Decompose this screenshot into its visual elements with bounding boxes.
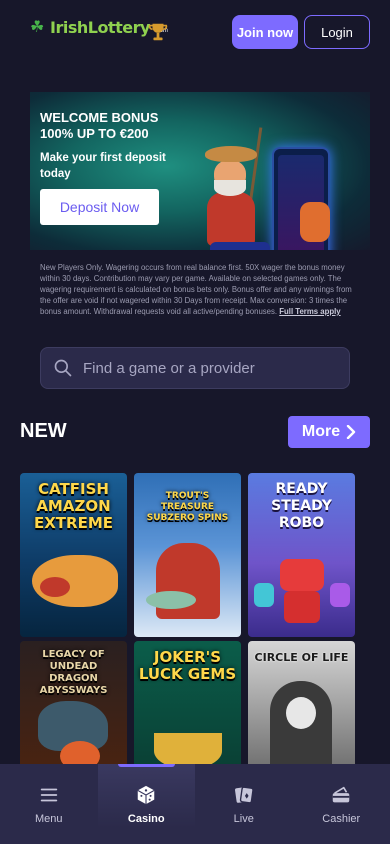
trophy-icon[interactable] [147,20,169,44]
game-tile[interactable]: LEGACY OF UNDEAD DRAGON ABYSSWAYS [20,641,127,771]
game-title: LEGACY OF UNDEAD DRAGON ABYSSWAYS [39,649,108,696]
nav-item-casino[interactable]: Casino [97,764,195,844]
game-title: JOKER'S LUCK GEMS [138,648,237,683]
nav-label: Menu [34,813,63,825]
top-bar: ☘ IrishLottery .com Join now Login [0,0,390,62]
bonus-terms: New Players Only. Wagering occurs from r… [40,263,352,316]
menu-icon [40,788,57,802]
slot-machine-art [210,242,270,250]
nav-label: Live [233,813,254,825]
search-icon [54,359,72,377]
game-title: TROUT'S TREASURE SUBZERO SPINS [146,491,229,523]
nav-label: Casino [127,813,165,825]
cashier-icon [333,786,350,803]
nav-item-live[interactable]: Live [195,764,293,844]
game-search[interactable] [40,347,350,389]
nav-item-menu[interactable]: Menu [0,764,98,844]
welcome-bonus-banner: WELCOME BONUS 100% UP TO €200 Make your … [0,62,390,250]
game-tile[interactable]: CIRCLE OF LIFE [248,641,355,771]
nav-item-cashier[interactable]: Cashier [293,764,390,844]
promo-title: WELCOME BONUS 100% UP TO €200 [40,110,159,141]
game-tile[interactable]: TROUT'S TREASURE SUBZERO SPINS [134,473,241,637]
game-tile[interactable]: READY STEADY ROBO [248,473,355,637]
deposit-now-button[interactable]: Deposit Now [40,189,159,225]
robot-art [254,583,274,607]
login-button[interactable]: Login [304,15,370,49]
nav-label: Cashier [322,813,361,825]
game-title: CATFISH AMAZON EXTREME [33,480,113,532]
game-tile[interactable]: JOKER'S LUCK GEMS [134,641,241,771]
game-title: CIRCLE OF LIFE [254,651,349,664]
chevron-right-icon [346,425,356,439]
logo-text: IrishLottery [50,18,150,37]
search-input[interactable] [83,359,333,377]
robot-art [300,202,330,242]
promo-subtitle: Make your first deposit today [40,152,166,180]
full-terms-link[interactable]: Full Terms apply [279,307,340,316]
section-title-new: NEW [20,420,67,442]
character-art [207,192,255,246]
bottom-navigation: Menu Casino Live Cashier [0,764,390,844]
clover-icon: ☘ [30,18,45,36]
game-tile[interactable]: CATFISH AMAZON EXTREME [20,473,127,637]
more-label: More [301,423,341,440]
more-games-button[interactable]: More [288,416,370,448]
game-title: READY STEADY ROBO [271,481,332,531]
dice-icon [137,785,155,805]
join-now-button[interactable]: Join now [232,15,298,49]
cards-icon [234,786,254,804]
